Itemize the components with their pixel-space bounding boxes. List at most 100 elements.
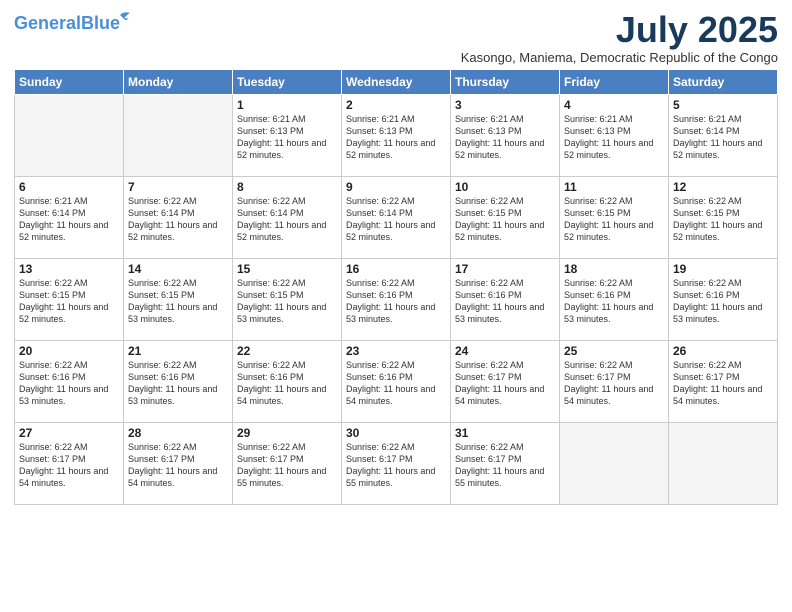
- calendar-day-cell: 18Sunrise: 6:22 AM Sunset: 6:16 PM Dayli…: [560, 258, 669, 340]
- calendar-day-cell: 22Sunrise: 6:22 AM Sunset: 6:16 PM Dayli…: [233, 340, 342, 422]
- day-number: 9: [346, 180, 446, 194]
- calendar-week-row: 27Sunrise: 6:22 AM Sunset: 6:17 PM Dayli…: [15, 422, 778, 504]
- day-number: 15: [237, 262, 337, 276]
- day-number: 24: [455, 344, 555, 358]
- day-number: 6: [19, 180, 119, 194]
- day-info: Sunrise: 6:22 AM Sunset: 6:17 PM Dayligh…: [19, 441, 119, 490]
- logo-text: GeneralBlue: [14, 14, 120, 32]
- day-info: Sunrise: 6:22 AM Sunset: 6:14 PM Dayligh…: [346, 195, 446, 244]
- calendar-day-header: Sunday: [15, 69, 124, 94]
- day-number: 19: [673, 262, 773, 276]
- calendar-day-cell: [15, 94, 124, 176]
- calendar-day-cell: 15Sunrise: 6:22 AM Sunset: 6:15 PM Dayli…: [233, 258, 342, 340]
- day-info: Sunrise: 6:22 AM Sunset: 6:16 PM Dayligh…: [19, 359, 119, 408]
- calendar-day-header: Saturday: [669, 69, 778, 94]
- day-info: Sunrise: 6:22 AM Sunset: 6:14 PM Dayligh…: [128, 195, 228, 244]
- day-info: Sunrise: 6:21 AM Sunset: 6:14 PM Dayligh…: [19, 195, 119, 244]
- day-info: Sunrise: 6:22 AM Sunset: 6:16 PM Dayligh…: [237, 359, 337, 408]
- day-number: 7: [128, 180, 228, 194]
- day-info: Sunrise: 6:22 AM Sunset: 6:16 PM Dayligh…: [673, 277, 773, 326]
- day-info: Sunrise: 6:22 AM Sunset: 6:16 PM Dayligh…: [346, 277, 446, 326]
- calendar-day-cell: 14Sunrise: 6:22 AM Sunset: 6:15 PM Dayli…: [124, 258, 233, 340]
- calendar-day-cell: 7Sunrise: 6:22 AM Sunset: 6:14 PM Daylig…: [124, 176, 233, 258]
- day-info: Sunrise: 6:22 AM Sunset: 6:17 PM Dayligh…: [564, 359, 664, 408]
- day-info: Sunrise: 6:22 AM Sunset: 6:16 PM Dayligh…: [455, 277, 555, 326]
- calendar-day-cell: 2Sunrise: 6:21 AM Sunset: 6:13 PM Daylig…: [342, 94, 451, 176]
- day-info: Sunrise: 6:21 AM Sunset: 6:13 PM Dayligh…: [237, 113, 337, 162]
- calendar-day-cell: 28Sunrise: 6:22 AM Sunset: 6:17 PM Dayli…: [124, 422, 233, 504]
- day-number: 12: [673, 180, 773, 194]
- calendar-day-cell: 6Sunrise: 6:21 AM Sunset: 6:14 PM Daylig…: [15, 176, 124, 258]
- day-number: 1: [237, 98, 337, 112]
- day-info: Sunrise: 6:22 AM Sunset: 6:15 PM Dayligh…: [455, 195, 555, 244]
- day-number: 20: [19, 344, 119, 358]
- calendar-header-row: SundayMondayTuesdayWednesdayThursdayFrid…: [15, 69, 778, 94]
- location-subtitle: Kasongo, Maniema, Democratic Republic of…: [461, 50, 778, 65]
- calendar-day-cell: 24Sunrise: 6:22 AM Sunset: 6:17 PM Dayli…: [451, 340, 560, 422]
- day-number: 25: [564, 344, 664, 358]
- day-info: Sunrise: 6:22 AM Sunset: 6:17 PM Dayligh…: [455, 359, 555, 408]
- day-info: Sunrise: 6:22 AM Sunset: 6:17 PM Dayligh…: [346, 441, 446, 490]
- day-info: Sunrise: 6:21 AM Sunset: 6:13 PM Dayligh…: [346, 113, 446, 162]
- month-year-title: July 2025: [461, 10, 778, 50]
- day-number: 29: [237, 426, 337, 440]
- calendar-day-cell: 29Sunrise: 6:22 AM Sunset: 6:17 PM Dayli…: [233, 422, 342, 504]
- calendar-day-header: Thursday: [451, 69, 560, 94]
- day-number: 3: [455, 98, 555, 112]
- calendar-day-cell: 9Sunrise: 6:22 AM Sunset: 6:14 PM Daylig…: [342, 176, 451, 258]
- calendar-week-row: 13Sunrise: 6:22 AM Sunset: 6:15 PM Dayli…: [15, 258, 778, 340]
- day-number: 10: [455, 180, 555, 194]
- calendar-day-cell: 19Sunrise: 6:22 AM Sunset: 6:16 PM Dayli…: [669, 258, 778, 340]
- day-number: 2: [346, 98, 446, 112]
- calendar-day-cell: 25Sunrise: 6:22 AM Sunset: 6:17 PM Dayli…: [560, 340, 669, 422]
- day-info: Sunrise: 6:21 AM Sunset: 6:14 PM Dayligh…: [673, 113, 773, 162]
- calendar-table: SundayMondayTuesdayWednesdayThursdayFrid…: [14, 69, 778, 505]
- logo: GeneralBlue: [14, 14, 132, 32]
- day-number: 21: [128, 344, 228, 358]
- day-number: 4: [564, 98, 664, 112]
- calendar-week-row: 20Sunrise: 6:22 AM Sunset: 6:16 PM Dayli…: [15, 340, 778, 422]
- day-number: 17: [455, 262, 555, 276]
- calendar-day-cell: [560, 422, 669, 504]
- day-number: 26: [673, 344, 773, 358]
- calendar-day-cell: 17Sunrise: 6:22 AM Sunset: 6:16 PM Dayli…: [451, 258, 560, 340]
- calendar-day-cell: [124, 94, 233, 176]
- day-info: Sunrise: 6:21 AM Sunset: 6:13 PM Dayligh…: [455, 113, 555, 162]
- day-info: Sunrise: 6:22 AM Sunset: 6:14 PM Dayligh…: [237, 195, 337, 244]
- day-number: 5: [673, 98, 773, 112]
- calendar-day-cell: 20Sunrise: 6:22 AM Sunset: 6:16 PM Dayli…: [15, 340, 124, 422]
- day-info: Sunrise: 6:22 AM Sunset: 6:16 PM Dayligh…: [564, 277, 664, 326]
- calendar-day-cell: 8Sunrise: 6:22 AM Sunset: 6:14 PM Daylig…: [233, 176, 342, 258]
- calendar-day-cell: 5Sunrise: 6:21 AM Sunset: 6:14 PM Daylig…: [669, 94, 778, 176]
- calendar-day-cell: 1Sunrise: 6:21 AM Sunset: 6:13 PM Daylig…: [233, 94, 342, 176]
- day-info: Sunrise: 6:22 AM Sunset: 6:15 PM Dayligh…: [564, 195, 664, 244]
- calendar-day-header: Tuesday: [233, 69, 342, 94]
- calendar-day-cell: 23Sunrise: 6:22 AM Sunset: 6:16 PM Dayli…: [342, 340, 451, 422]
- logo-bird-icon: [110, 11, 132, 27]
- day-number: 14: [128, 262, 228, 276]
- calendar-day-cell: 21Sunrise: 6:22 AM Sunset: 6:16 PM Dayli…: [124, 340, 233, 422]
- calendar-day-header: Friday: [560, 69, 669, 94]
- calendar-day-cell: 13Sunrise: 6:22 AM Sunset: 6:15 PM Dayli…: [15, 258, 124, 340]
- day-info: Sunrise: 6:21 AM Sunset: 6:13 PM Dayligh…: [564, 113, 664, 162]
- day-number: 8: [237, 180, 337, 194]
- day-number: 27: [19, 426, 119, 440]
- day-info: Sunrise: 6:22 AM Sunset: 6:17 PM Dayligh…: [128, 441, 228, 490]
- day-info: Sunrise: 6:22 AM Sunset: 6:17 PM Dayligh…: [455, 441, 555, 490]
- title-block: July 2025 Kasongo, Maniema, Democratic R…: [461, 10, 778, 65]
- calendar-day-cell: 30Sunrise: 6:22 AM Sunset: 6:17 PM Dayli…: [342, 422, 451, 504]
- calendar-day-header: Wednesday: [342, 69, 451, 94]
- day-number: 11: [564, 180, 664, 194]
- calendar-day-cell: 12Sunrise: 6:22 AM Sunset: 6:15 PM Dayli…: [669, 176, 778, 258]
- calendar-day-cell: 26Sunrise: 6:22 AM Sunset: 6:17 PM Dayli…: [669, 340, 778, 422]
- calendar-day-cell: 27Sunrise: 6:22 AM Sunset: 6:17 PM Dayli…: [15, 422, 124, 504]
- day-info: Sunrise: 6:22 AM Sunset: 6:16 PM Dayligh…: [128, 359, 228, 408]
- calendar-day-header: Monday: [124, 69, 233, 94]
- calendar-day-cell: 31Sunrise: 6:22 AM Sunset: 6:17 PM Dayli…: [451, 422, 560, 504]
- day-info: Sunrise: 6:22 AM Sunset: 6:15 PM Dayligh…: [673, 195, 773, 244]
- day-info: Sunrise: 6:22 AM Sunset: 6:17 PM Dayligh…: [237, 441, 337, 490]
- day-number: 16: [346, 262, 446, 276]
- day-info: Sunrise: 6:22 AM Sunset: 6:15 PM Dayligh…: [237, 277, 337, 326]
- day-number: 23: [346, 344, 446, 358]
- day-info: Sunrise: 6:22 AM Sunset: 6:16 PM Dayligh…: [346, 359, 446, 408]
